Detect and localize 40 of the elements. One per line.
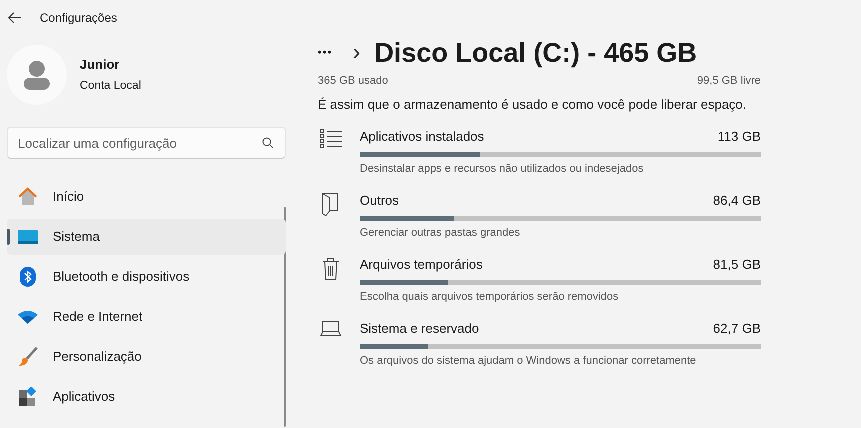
category-size: 86,4 GB: [713, 192, 761, 210]
trash-icon: [322, 256, 340, 280]
account-type: Conta Local: [80, 79, 142, 94]
sidebar-item[interactable]: Aplicativos: [7, 379, 286, 415]
sidebar-item[interactable]: Início: [7, 179, 286, 215]
category-name[interactable]: Aplicativos instalados: [360, 126, 484, 146]
category-hint: Gerenciar outras pastas grandes: [360, 226, 522, 241]
wifi-icon: [18, 310, 38, 324]
sidebar-item[interactable]: Sistema: [7, 219, 286, 255]
window-title: Configurações: [40, 10, 118, 27]
category-hint: Desinstalar apps e recursos não utilizados ou indesejados: [360, 162, 645, 177]
category-name[interactable]: Sistema e reservado: [360, 318, 480, 338]
apps-icon: [18, 387, 38, 407]
list-icon: [320, 128, 342, 148]
sidebar-item[interactable]: Rede e Internet: [7, 299, 286, 335]
bluetooth-icon: [20, 267, 36, 287]
description: É assim que o armazenamento é usado e como você pode liberar espaço.: [318, 96, 748, 112]
free-space: 99,5 GB livre: [697, 74, 761, 89]
category-name[interactable]: Outros: [360, 190, 400, 210]
search-icon[interactable]: [262, 137, 274, 149]
category-hint: Escolha quais arquivos temporários serão removidos: [360, 290, 620, 305]
account-name: Junior: [80, 56, 121, 74]
category-name[interactable]: Arquivos temporários: [360, 254, 483, 274]
search-field[interactable]: Localizar uma configuração: [7, 127, 286, 159]
used-space: 365 GB usado: [318, 74, 388, 89]
page-title: Disco Local (C:) - 465 GB: [374, 36, 698, 70]
category-size: 113 GB: [718, 128, 761, 146]
category-hint: Os arquivos do sistema ajudam o Windows a funcionar corretamente: [360, 354, 698, 369]
paintbrush-icon: [18, 347, 38, 367]
laptop-icon: [320, 320, 342, 336]
sidebar-item[interactable]: Bluetooth e dispositivos: [7, 259, 286, 295]
breadcrumb-separator: ›: [352, 41, 361, 65]
category-size: 81,5 GB: [713, 256, 761, 274]
folder-icon: [321, 192, 341, 216]
back-icon[interactable]: [8, 12, 22, 24]
more-button[interactable]: •••: [318, 44, 333, 62]
category-size: 62,7 GB: [713, 320, 761, 338]
monitor-icon: [18, 230, 38, 244]
house-icon: [18, 187, 38, 207]
sidebar-item[interactable]: Personalização: [7, 339, 286, 375]
